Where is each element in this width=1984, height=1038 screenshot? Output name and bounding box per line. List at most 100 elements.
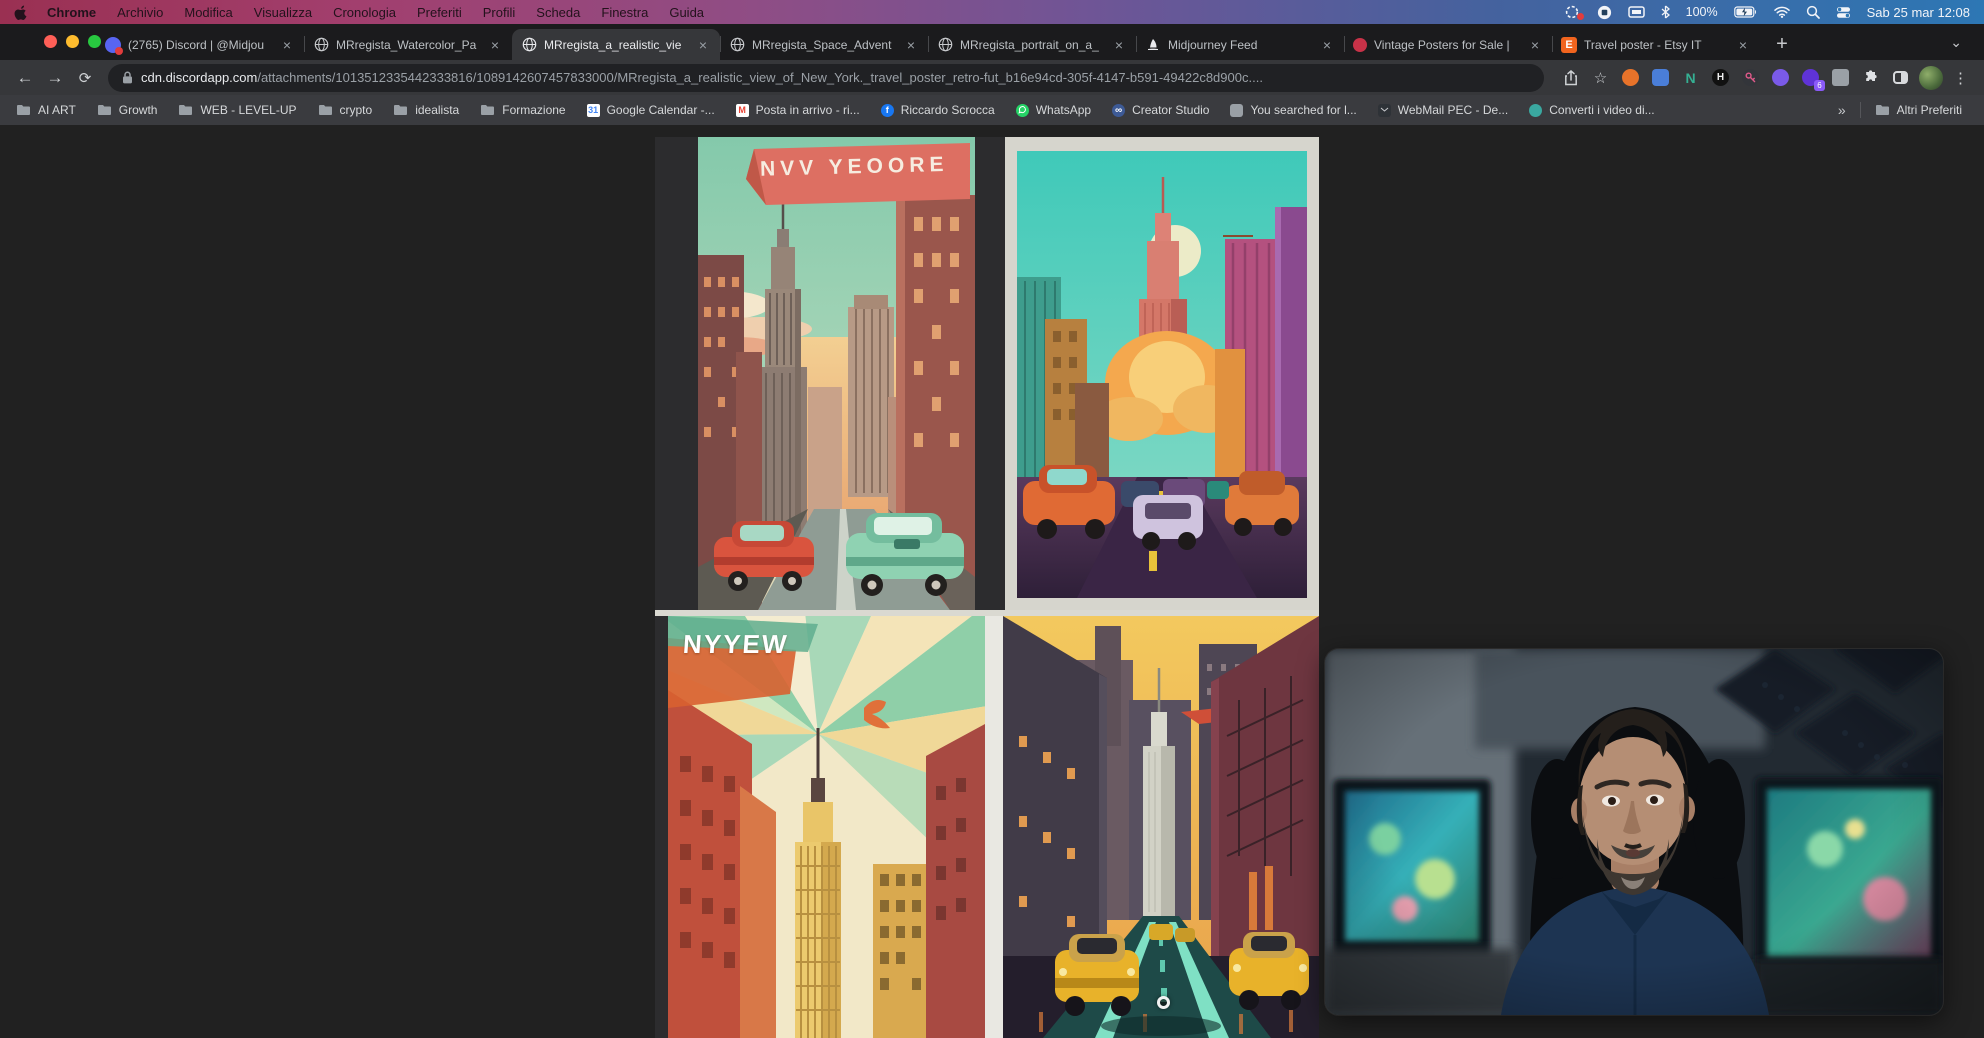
- folder-icon: [393, 104, 408, 116]
- screen-recording-icon[interactable]: [1565, 5, 1581, 19]
- poster-image-top-right: [1017, 151, 1307, 598]
- menu-item-scheda[interactable]: Scheda: [536, 5, 580, 20]
- close-icon[interactable]: ×: [279, 37, 295, 53]
- folder-icon: [178, 104, 193, 116]
- menu-item-chrome[interactable]: Chrome: [47, 5, 96, 20]
- meta-icon: ∞: [1112, 104, 1125, 117]
- bookmarks-bar: AI ART Growth WEB - LEVEL-UP crypto idea…: [0, 95, 1984, 125]
- bookmark-you-searched[interactable]: You searched for l...: [1230, 103, 1356, 117]
- extensions-puzzle-icon[interactable]: [1857, 64, 1884, 91]
- side-panel-icon[interactable]: [1887, 64, 1914, 91]
- battery-percent-label: 100%: [1686, 5, 1718, 19]
- grid-column-gap: [985, 616, 1003, 1038]
- tab-midjourney-feed[interactable]: Midjourney Feed ×: [1136, 29, 1344, 60]
- close-icon[interactable]: ×: [487, 37, 503, 53]
- wifi-icon[interactable]: [1774, 6, 1790, 18]
- tab-space-adventure[interactable]: MRregista_Space_Advent ×: [720, 29, 928, 60]
- extension-purple-badge-icon[interactable]: 6: [1797, 64, 1824, 91]
- tab-discord[interactable]: (2765) Discord | @Midjou ×: [96, 29, 304, 60]
- close-icon[interactable]: ×: [1735, 37, 1751, 53]
- bookmark-folder-web-level-up[interactable]: WEB - LEVEL-UP: [178, 103, 296, 117]
- tab-etsy[interactable]: E Travel poster - Etsy IT ×: [1552, 29, 1760, 60]
- extension-purple-circle-icon[interactable]: [1767, 64, 1794, 91]
- globe-favicon: [521, 37, 537, 53]
- webmail-icon: [1378, 104, 1391, 117]
- minimize-window-button[interactable]: [66, 35, 79, 48]
- extension-key-icon[interactable]: [1737, 64, 1764, 91]
- poster-image-bottom-right: [1003, 616, 1319, 1038]
- extension-notion-icon[interactable]: N: [1677, 64, 1704, 91]
- tab-search-chevron-icon[interactable]: ⌄: [1950, 34, 1962, 51]
- folder-icon: [16, 104, 31, 116]
- chrome-tab-strip: (2765) Discord | @Midjou × MRregista_Wat…: [0, 24, 1984, 60]
- tab-vintage-posters[interactable]: Vintage Posters for Sale | ×: [1344, 29, 1552, 60]
- display-icon[interactable]: [1628, 6, 1645, 19]
- bookmark-webmail-pec[interactable]: WebMail PEC - De...: [1378, 103, 1508, 117]
- poster-title-bottom-left: NYYEW: [682, 629, 790, 660]
- tab-portrait[interactable]: MRregista_portrait_on_a_ ×: [928, 29, 1136, 60]
- menu-item-visualizza[interactable]: Visualizza: [254, 5, 312, 20]
- page-icon: [1230, 104, 1243, 117]
- control-center-icon[interactable]: [1836, 6, 1851, 19]
- facebook-icon: f: [881, 104, 894, 117]
- close-window-button[interactable]: [44, 35, 57, 48]
- bookmark-google-calendar[interactable]: 31 Google Calendar -...: [587, 103, 715, 117]
- folder-icon: [1875, 104, 1890, 116]
- battery-icon[interactable]: [1734, 6, 1758, 18]
- url-domain: cdn.discordapp.com: [141, 70, 257, 85]
- globe-favicon: [729, 37, 745, 53]
- apple-logo-icon[interactable]: [14, 4, 29, 20]
- webcam-overlay: [1325, 649, 1943, 1015]
- bookmark-folder-formazione[interactable]: Formazione: [480, 103, 565, 117]
- bookmark-folder-growth[interactable]: Growth: [97, 103, 158, 117]
- share-icon[interactable]: [1557, 64, 1584, 91]
- close-icon[interactable]: ×: [1111, 37, 1127, 53]
- bookmark-other-favorites[interactable]: Altri Preferiti: [1875, 103, 1962, 117]
- bookmark-folder-crypto[interactable]: crypto: [318, 103, 373, 117]
- close-icon[interactable]: ×: [903, 37, 919, 53]
- bookmark-star-icon[interactable]: ☆: [1587, 64, 1614, 91]
- whatsapp-icon: [1016, 104, 1029, 117]
- menu-bar-clock[interactable]: Sab 25 mar 12:08: [1867, 5, 1970, 20]
- bookmark-facebook-profile[interactable]: f Riccardo Scrocca: [881, 103, 995, 117]
- record-stop-icon[interactable]: [1597, 5, 1612, 20]
- profile-avatar[interactable]: [1917, 64, 1944, 91]
- bookmark-gmail-inbox[interactable]: M Posta in arrivo - ri...: [736, 103, 860, 117]
- spotlight-search-icon[interactable]: [1806, 5, 1820, 19]
- reload-button[interactable]: ⟳: [70, 64, 100, 92]
- menu-item-finestra[interactable]: Finestra: [601, 5, 648, 20]
- tab-watercolor[interactable]: MRregista_Watercolor_Pa ×: [304, 29, 512, 60]
- extension-orange-icon[interactable]: [1617, 64, 1644, 91]
- close-icon[interactable]: ×: [1527, 37, 1543, 53]
- forward-button[interactable]: →: [40, 64, 70, 92]
- folder-icon: [480, 104, 495, 116]
- bookmark-creator-studio[interactable]: ∞ Creator Studio: [1112, 103, 1209, 117]
- midjourney-image-grid: NVV YEOORE: [655, 137, 1319, 1038]
- extension-blue-icon[interactable]: [1647, 64, 1674, 91]
- menu-item-modifica[interactable]: Modifica: [184, 5, 232, 20]
- address-bar[interactable]: cdn.discordapp.com/attachments/101351233…: [108, 64, 1544, 92]
- menu-item-preferiti[interactable]: Preferiti: [417, 5, 462, 20]
- menu-item-cronologia[interactable]: Cronologia: [333, 5, 396, 20]
- menu-item-profili[interactable]: Profili: [483, 5, 516, 20]
- new-tab-button[interactable]: +: [1768, 30, 1796, 58]
- menu-item-archivio[interactable]: Archivio: [117, 5, 163, 20]
- extension-h-icon[interactable]: H: [1707, 64, 1734, 91]
- close-icon[interactable]: ×: [1319, 37, 1335, 53]
- bookmarks-overflow-icon[interactable]: »: [1838, 102, 1846, 118]
- poster-image-top-left: [698, 137, 975, 610]
- close-icon[interactable]: ×: [695, 37, 711, 53]
- back-button[interactable]: ←: [10, 64, 40, 92]
- menu-item-guida[interactable]: Guida: [669, 5, 704, 20]
- bookmark-folder-idealista[interactable]: idealista: [393, 103, 459, 117]
- lock-icon[interactable]: [122, 71, 133, 84]
- window-controls: [44, 35, 101, 48]
- bookmark-folder-ai-art[interactable]: AI ART: [16, 103, 76, 117]
- bookmark-converti-video[interactable]: Converti i video di...: [1529, 103, 1654, 117]
- extension-grid-icon[interactable]: [1827, 64, 1854, 91]
- bookmark-whatsapp[interactable]: WhatsApp: [1016, 103, 1091, 117]
- bluetooth-icon[interactable]: [1661, 5, 1670, 19]
- tab-realistic-view-active[interactable]: MRregista_a_realistic_vie ×: [512, 29, 720, 60]
- extension-badge: 6: [1814, 80, 1825, 91]
- chrome-menu-dots-icon[interactable]: ⋮: [1947, 64, 1974, 91]
